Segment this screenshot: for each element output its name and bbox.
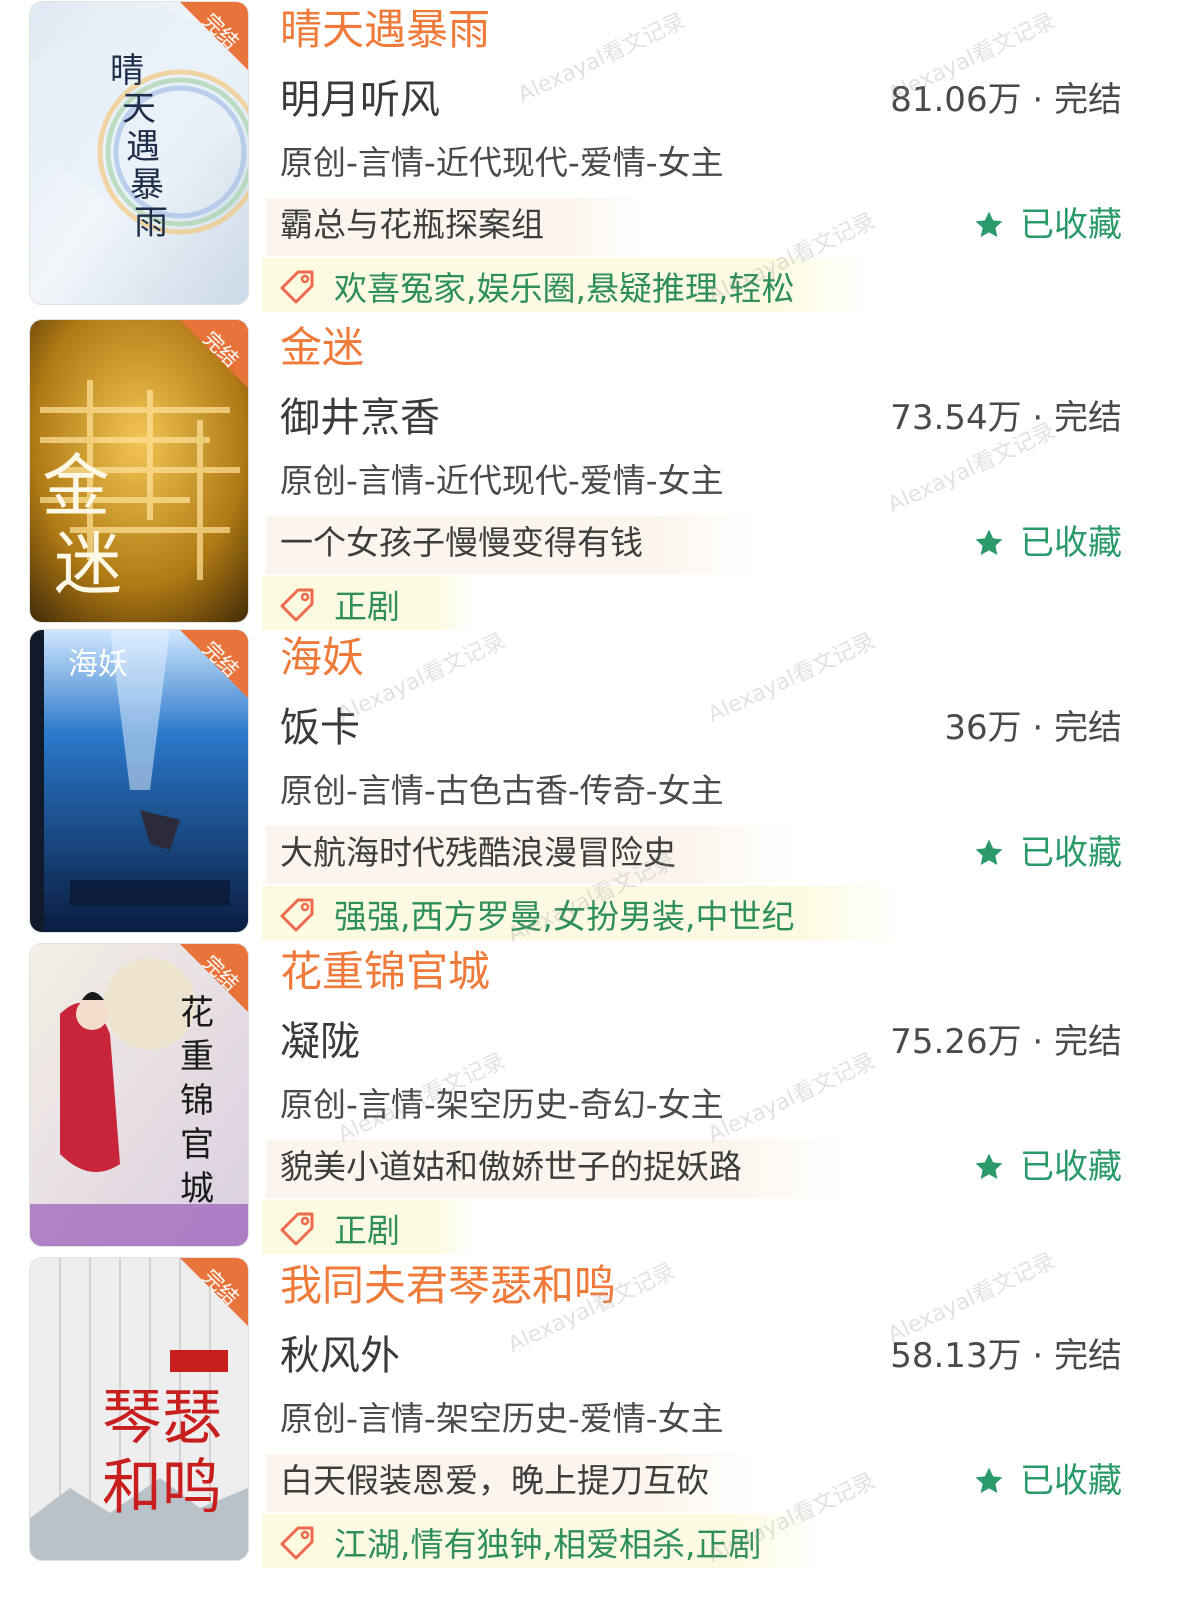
star-icon — [975, 1153, 1003, 1180]
book-author[interactable]: 饭卡 — [280, 700, 360, 756]
svg-text:琴瑟: 琴瑟 — [102, 1383, 222, 1453]
list-item[interactable]: 金 迷 完结 金迷 御井烹香 73.54万 · 完结 原创-言情-近代现代-爱情… — [0, 318, 1178, 632]
svg-text:雨: 雨 — [134, 203, 168, 243]
book-tags[interactable]: 正剧 — [334, 580, 400, 628]
list-item[interactable]: 晴 天 遇 暴 雨 完结 晴天遇暴雨 明月听风 81.06万 · 完结 原创-言… — [0, 0, 1178, 314]
book-genre: 原创-言情-近代现代-爱情-女主 — [280, 143, 724, 182]
book-tags[interactable]: 江湖,情有独钟,相爱相杀,正剧 — [334, 1518, 761, 1566]
tag-row[interactable]: 强强,西方罗曼,女扮男装,中世纪 — [278, 888, 794, 940]
tag-icon — [280, 898, 314, 932]
book-title[interactable]: 海妖 — [280, 630, 364, 686]
book-title[interactable]: 晴天遇暴雨 — [280, 2, 490, 58]
list-item[interactable]: 琴瑟 和鸣 完结 我同夫君琴瑟和鸣 秋风外 58.13万 · 完结 原创-言情-… — [0, 1256, 1178, 1570]
book-title[interactable]: 我同夫君琴瑟和鸣 — [280, 1258, 616, 1314]
svg-text:海妖: 海妖 — [68, 647, 128, 682]
svg-text:金: 金 — [42, 448, 110, 527]
favorite-status[interactable]: 已收藏 — [972, 1456, 1122, 1506]
favorite-label: 已收藏 — [1020, 1147, 1122, 1187]
svg-text:迷: 迷 — [54, 526, 122, 605]
svg-text:城: 城 — [180, 1169, 214, 1209]
book-tags[interactable]: 强强,西方罗曼,女扮男装,中世纪 — [334, 890, 794, 938]
book-cover[interactable]: 琴瑟 和鸣 完结 — [30, 1258, 248, 1560]
star-icon — [975, 211, 1003, 238]
star-icon — [975, 529, 1003, 556]
book-summary: 貌美小道姑和傲娇世子的捉妖路 — [280, 1147, 742, 1186]
tag-row[interactable]: 江湖,情有独钟,相爱相杀,正剧 — [278, 1516, 761, 1568]
favorite-status[interactable]: 已收藏 — [972, 200, 1122, 250]
favorite-status[interactable]: 已收藏 — [972, 518, 1122, 568]
book-author[interactable]: 明月听风 — [280, 72, 440, 128]
svg-text:天: 天 — [122, 89, 156, 129]
svg-text:晴: 晴 — [110, 51, 144, 91]
list-item[interactable]: 海妖 完结 海妖 饭卡 36万 · 完结 原创-言情-古色古香-传奇-女主 大航… — [0, 628, 1178, 942]
favorite-label: 已收藏 — [1020, 523, 1122, 563]
book-stats: 81.06万 · 完结 — [890, 80, 1122, 120]
tag-row[interactable]: 正剧 — [278, 578, 400, 630]
book-author[interactable]: 秋风外 — [280, 1328, 400, 1384]
book-author[interactable]: 御井烹香 — [280, 390, 440, 446]
book-summary: 白天假装恩爱，晚上提刀互砍 — [280, 1461, 709, 1500]
svg-text:锦: 锦 — [180, 1081, 214, 1121]
book-title[interactable]: 花重锦官城 — [280, 944, 490, 1000]
favorite-label: 已收藏 — [1020, 205, 1122, 245]
svg-text:重: 重 — [180, 1037, 214, 1077]
book-cover[interactable]: 晴 天 遇 暴 雨 完结 — [30, 2, 248, 304]
book-cover[interactable]: 金 迷 完结 — [30, 320, 248, 622]
book-genre: 原创-言情-古色古香-传奇-女主 — [280, 771, 724, 810]
tag-icon — [280, 1526, 314, 1560]
book-summary: 霸总与花瓶探案组 — [280, 205, 544, 244]
tag-icon — [280, 1212, 314, 1246]
tag-row[interactable]: 正剧 — [278, 1202, 400, 1254]
svg-text:和鸣: 和鸣 — [102, 1453, 222, 1523]
favorite-status[interactable]: 已收藏 — [972, 1142, 1122, 1192]
book-summary: 一个女孩子慢慢变得有钱 — [280, 523, 643, 562]
book-cover[interactable]: 海妖 完结 — [30, 630, 248, 932]
book-genre: 原创-言情-架空历史-爱情-女主 — [280, 1399, 724, 1438]
book-genre: 原创-言情-架空历史-奇幻-女主 — [280, 1085, 724, 1124]
favorite-label: 已收藏 — [1020, 833, 1122, 873]
book-stats: 36万 · 完结 — [944, 708, 1122, 748]
book-tags[interactable]: 正剧 — [334, 1204, 400, 1252]
book-author[interactable]: 凝陇 — [280, 1014, 360, 1070]
book-summary: 大航海时代残酷浪漫冒险史 — [280, 833, 676, 872]
favorite-label: 已收藏 — [1020, 1461, 1122, 1501]
star-icon — [975, 1467, 1003, 1494]
star-icon — [975, 839, 1003, 866]
book-stats: 73.54万 · 完结 — [890, 398, 1122, 438]
book-title[interactable]: 金迷 — [280, 320, 364, 376]
svg-text:暴: 暴 — [130, 165, 164, 205]
svg-text:官: 官 — [180, 1125, 214, 1165]
tag-row[interactable]: 欢喜冤家,娱乐圈,悬疑推理,轻松 — [278, 260, 794, 312]
book-cover[interactable]: 花 重 锦 官 城 完结 — [30, 944, 248, 1246]
book-stats: 75.26万 · 完结 — [890, 1022, 1122, 1062]
tag-icon — [280, 270, 314, 304]
favorite-status[interactable]: 已收藏 — [972, 828, 1122, 878]
svg-text:花: 花 — [180, 993, 214, 1033]
list-item[interactable]: 花 重 锦 官 城 完结 花重锦官城 凝陇 75.26万 · 完结 原创-言情-… — [0, 942, 1178, 1256]
book-list: 晴 天 遇 暴 雨 完结 晴天遇暴雨 明月听风 81.06万 · 完结 原创-言… — [0, 0, 1178, 1604]
book-stats: 58.13万 · 完结 — [890, 1336, 1122, 1376]
book-genre: 原创-言情-近代现代-爱情-女主 — [280, 461, 724, 500]
tag-icon — [280, 588, 314, 622]
svg-text:遇: 遇 — [126, 127, 160, 167]
book-tags[interactable]: 欢喜冤家,娱乐圈,悬疑推理,轻松 — [334, 262, 794, 310]
